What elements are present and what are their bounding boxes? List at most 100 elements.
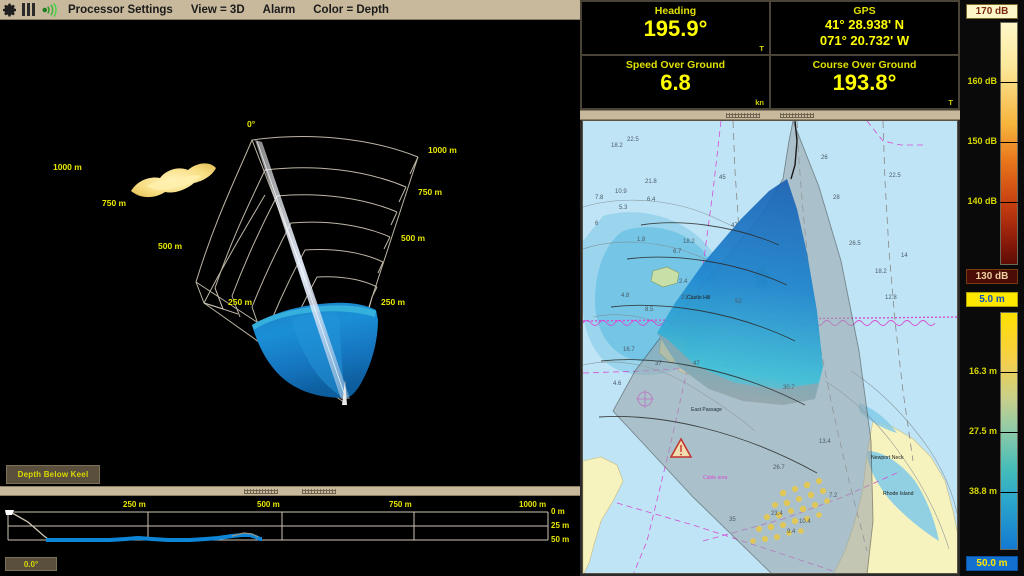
- menu-bar: Processor Settings View = 3D Alarm Color…: [0, 0, 580, 20]
- svg-text:9.4: 9.4: [787, 529, 796, 535]
- svg-text:45: 45: [719, 175, 726, 181]
- nautical-chart-view[interactable]: Newport Neck Rhode Island Castle Hill Ea…: [582, 120, 958, 574]
- heading-unit: T: [759, 44, 764, 53]
- depth-legend-max-label[interactable]: 50.0 m: [966, 556, 1018, 571]
- svg-text:5.3: 5.3: [619, 205, 628, 211]
- menu-item-alarm[interactable]: Alarm: [254, 0, 305, 20]
- menu-item-view[interactable]: View = 3D: [182, 0, 254, 20]
- svg-text:2.4: 2.4: [679, 279, 688, 285]
- range-label-left-750: 750 m: [102, 198, 127, 208]
- panel-divider-right[interactable]: [580, 110, 960, 120]
- svg-text:52: 52: [735, 299, 742, 305]
- svg-text:4.6: 4.6: [613, 381, 622, 387]
- divider-grip-icon[interactable]: [780, 112, 814, 118]
- navigation-and-chart-column: Heading 195.9° T GPS 41° 28.938' N 071° …: [580, 0, 960, 576]
- sonar-3d-view[interactable]: 0° 1000 m 750 m 500 m 250 m 1000 m 750 m…: [0, 20, 580, 478]
- heading-value: 195.9°: [643, 16, 708, 41]
- svg-text:6.4: 6.4: [647, 197, 656, 203]
- svg-text:7.8: 7.8: [595, 195, 604, 201]
- sog-unit: kn: [755, 98, 764, 107]
- menu-item-processor-settings[interactable]: Processor Settings: [59, 0, 182, 20]
- depth-color-strip[interactable]: [1000, 312, 1018, 550]
- depth-profile-canvas: [5, 510, 549, 542]
- sonar-bearing-label: 0°: [247, 119, 256, 129]
- depth-tick-388: 38.8 m: [968, 486, 997, 496]
- gps-cell[interactable]: GPS 41° 28.938' N 071° 20.732' W: [771, 2, 958, 54]
- bars-icon[interactable]: [22, 3, 35, 16]
- svg-text:26: 26: [821, 155, 828, 161]
- sonar-signal-icon[interactable]: [35, 2, 59, 17]
- amplitude-legend-max-label[interactable]: 170 dB: [966, 4, 1018, 19]
- svg-text:4.8: 4.8: [621, 293, 630, 299]
- sog-value: 6.8: [660, 70, 691, 95]
- svg-text:35: 35: [729, 517, 736, 523]
- profile-surface-marker: [5, 510, 14, 515]
- divider-grip-icon[interactable]: [726, 112, 760, 118]
- amplitude-tick-150: 150 dB: [967, 136, 997, 146]
- amplitude-legend-min-label[interactable]: 130 dB: [966, 269, 1018, 284]
- svg-text:28: 28: [833, 195, 840, 201]
- range-label-right-750: 750 m: [418, 187, 443, 197]
- range-label-right-500: 500 m: [401, 233, 426, 243]
- depth-tick-line: [1000, 432, 1018, 433]
- svg-text:26.5: 26.5: [849, 241, 861, 247]
- amplitude-tick-line: [1000, 202, 1018, 203]
- navigation-data-grid: Heading 195.9° T GPS 41° 28.938' N 071° …: [580, 0, 960, 110]
- sonar-3d-canvas: [131, 136, 419, 405]
- range-label-left-250: 250 m: [228, 297, 253, 307]
- amplitude-tick-line: [1000, 82, 1018, 83]
- svg-text:21.3: 21.3: [681, 295, 693, 301]
- depth-tick-163: 16.3 m: [968, 366, 997, 376]
- svg-text:10.4: 10.4: [799, 519, 811, 525]
- profile-x-label-500: 500 m: [257, 500, 280, 509]
- heading-cell[interactable]: Heading 195.9° T: [582, 2, 769, 54]
- profile-x-label-750: 750 m: [389, 500, 412, 509]
- amplitude-tick-160: 160 dB: [967, 76, 997, 86]
- amplitude-tick-140: 140 dB: [967, 196, 997, 206]
- menu-item-color[interactable]: Color = Depth: [304, 0, 398, 20]
- amplitude-tick-line: [1000, 142, 1018, 143]
- svg-text:18.2: 18.2: [875, 269, 887, 275]
- svg-text:1.8: 1.8: [637, 237, 646, 243]
- profile-y-label-25: 25 m: [551, 521, 570, 530]
- svg-text:22.5: 22.5: [627, 137, 639, 143]
- divider-grip-icon[interactable]: [302, 488, 336, 494]
- svg-text:22.5: 22.5: [889, 173, 901, 179]
- svg-text:37: 37: [655, 361, 662, 367]
- panel-divider-left[interactable]: [0, 486, 580, 496]
- tilt-angle-button[interactable]: 0.0°: [5, 557, 57, 571]
- svg-text:14: 14: [901, 253, 908, 259]
- svg-text:10.9: 10.9: [615, 189, 627, 195]
- depth-profile-view[interactable]: 250 m 500 m 750 m 1000 m 0 m 25 m 50 m: [0, 496, 580, 576]
- svg-text:16.7: 16.7: [623, 347, 635, 353]
- svg-text:18.2: 18.2: [611, 143, 623, 149]
- svg-text:8.5: 8.5: [645, 307, 654, 313]
- range-label-left-500: 500 m: [158, 241, 183, 251]
- svg-text:47: 47: [731, 223, 738, 229]
- divider-grip-icon[interactable]: [244, 488, 278, 494]
- course-over-ground-cell[interactable]: Course Over Ground 193.8° T: [771, 56, 958, 108]
- speed-over-ground-cell[interactable]: Speed Over Ground 6.8 kn: [582, 56, 769, 108]
- svg-text:6.7: 6.7: [673, 249, 682, 255]
- svg-text:47: 47: [693, 361, 700, 367]
- depth-tick-275: 27.5 m: [968, 426, 997, 436]
- svg-text:12.8: 12.8: [885, 295, 897, 301]
- profile-x-label-1000: 1000 m: [519, 500, 547, 509]
- depth-tick-line: [1000, 492, 1018, 493]
- depth-below-keel-button[interactable]: Depth Below Keel: [6, 465, 100, 484]
- gps-latitude: 41° 28.938' N: [824, 17, 905, 32]
- place-label-east-passage: East Passage: [691, 407, 722, 413]
- range-label-left-1000: 1000 m: [53, 162, 82, 172]
- profile-y-label-50: 50 m: [551, 535, 570, 544]
- gear-icon[interactable]: [0, 2, 18, 18]
- profile-y-label-0: 0 m: [551, 507, 565, 516]
- place-label-rhode-island: Rhode Island: [883, 491, 914, 497]
- amplitude-target-blob: [131, 163, 216, 198]
- color-legend-column: 170 dB 160 dB 150 dB 140 dB 130 dB 5.0 m…: [960, 0, 1024, 576]
- place-label-newport-neck: Newport Neck: [871, 455, 904, 461]
- nautical-chart-canvas: Newport Neck Rhode Island Castle Hill Ea…: [583, 121, 957, 573]
- svg-text:18.2: 18.2: [683, 239, 695, 245]
- depth-legend-min-label[interactable]: 5.0 m: [966, 292, 1018, 307]
- amplitude-color-strip[interactable]: [1000, 22, 1018, 265]
- range-label-right-250: 250 m: [381, 297, 406, 307]
